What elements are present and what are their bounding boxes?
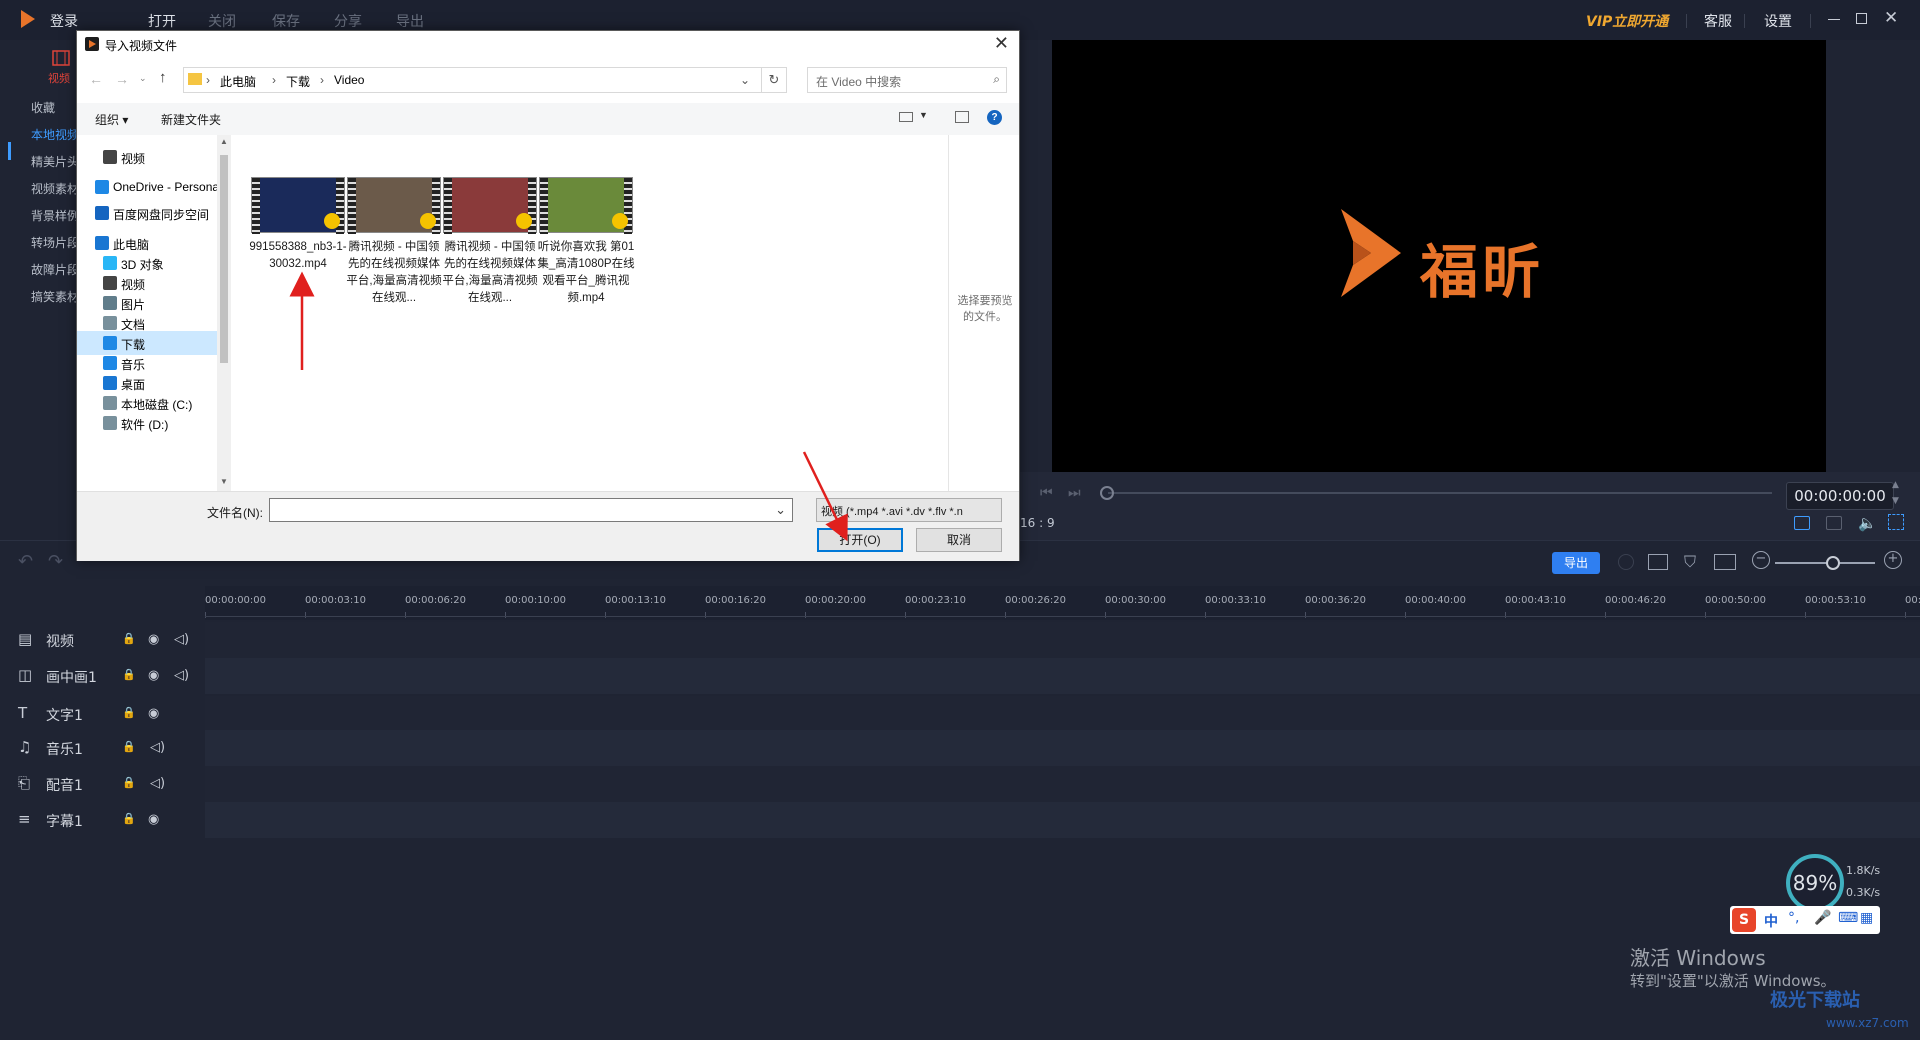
watermark-site-name: 极光下载站 [1770,990,1860,1011]
menu-grid-icon[interactable]: ▦ [1860,910,1873,926]
download-speed: 0.3K/s [1846,886,1881,899]
sogou-logo-icon: S [1732,908,1756,932]
watermark-url: www.xz7.com [1826,1016,1909,1030]
microphone-icon[interactable]: 🎤 [1814,910,1831,926]
ime-mode[interactable]: 中 [1764,911,1778,931]
activate-windows-title: 激活 Windows [1630,946,1766,970]
ime-toolbar[interactable]: S 中 °, 🎤 ⌨ ▦ [1730,906,1880,934]
upload-speed: 1.8K/s [1846,864,1881,877]
annotation-arrows [289,271,848,542]
punctuation-icon[interactable]: °, [1788,910,1799,926]
network-usage-gauge[interactable]: 89% [1786,854,1844,912]
keyboard-icon[interactable]: ⌨ [1838,910,1858,926]
